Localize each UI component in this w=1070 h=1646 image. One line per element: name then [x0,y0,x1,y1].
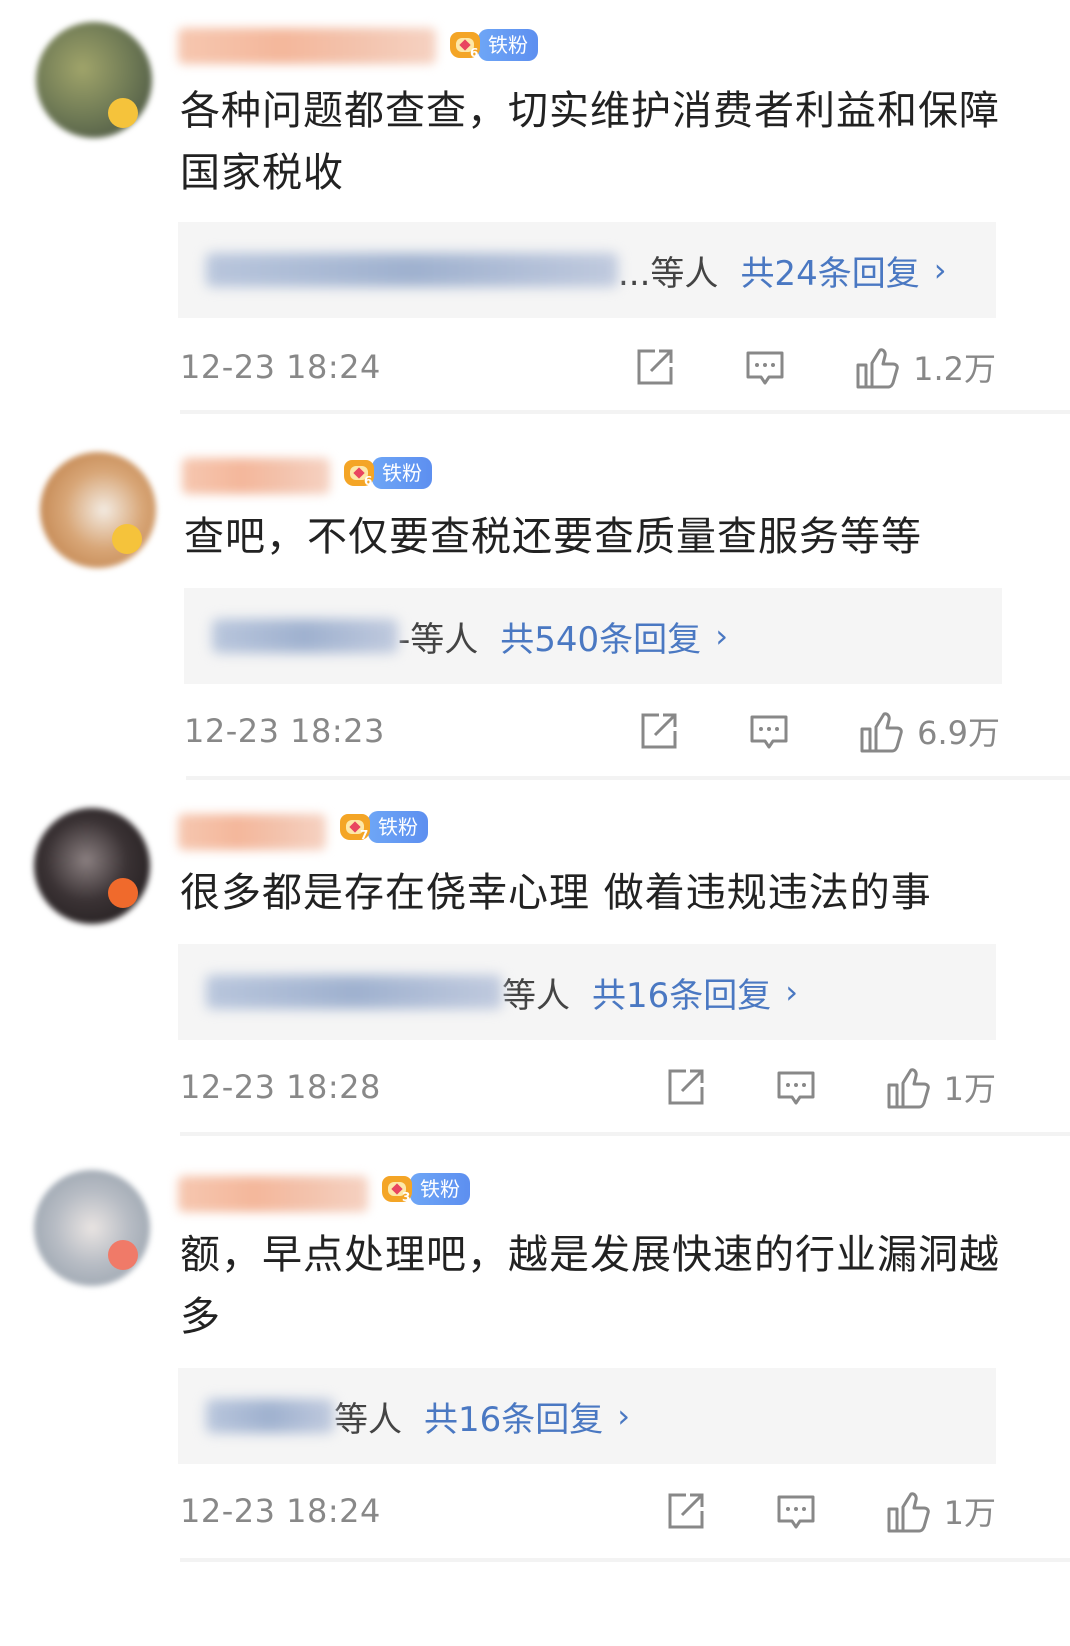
chevron-right-icon: › [785,973,799,1011]
action-bar: 1万 [666,1486,996,1536]
comment-text: 很多都是存在侥幸心理 做着违规违法的事 [180,870,932,916]
fan-badge[interactable]: 6 铁粉 [342,454,432,492]
avatar[interactable] [34,1170,150,1286]
like-icon[interactable] [886,1067,930,1109]
like-count: 1.2万 [913,350,996,388]
comment-item: 3 铁粉 额，早点处理吧，越是发展快速的行业漏洞越多 等人 共16条回复 › 1… [0,1166,1070,1646]
comment-text: 各种问题都查查，切实维护消费者利益和保障国家税收 [180,88,1000,196]
username[interactable] [178,1176,368,1212]
like-count: 1万 [943,1070,996,1108]
chevron-right-icon: › [715,617,728,655]
timestamp: 12-23 18:24 [180,348,381,386]
reply-count-link[interactable]: 共16条回复 [424,1392,603,1441]
divider [180,410,1070,414]
comment-icon[interactable] [776,1491,816,1531]
share-icon[interactable] [666,1491,706,1531]
reply-users [212,619,398,653]
timestamp: 12-23 18:23 [184,712,385,750]
chevron-right-icon: › [617,1397,631,1435]
divider [180,1558,1070,1562]
like-count: 6.9万 [917,714,1000,752]
fan-badge[interactable]: 3 铁粉 [380,1170,470,1208]
action-bar: 6.9万 [639,706,1000,756]
comment-icon[interactable] [776,1067,816,1107]
reply-count-link[interactable]: 共24条回复 [740,246,919,295]
fan-badge[interactable]: 6 铁粉 [448,26,538,64]
reply-users [206,1399,334,1433]
reply-count-link[interactable]: 共540条回复 [500,612,701,661]
username[interactable] [178,814,326,850]
reply-preview[interactable]: 等人 共16条回复 › [178,944,996,1040]
reply-count-link[interactable]: 共16条回复 [592,968,771,1017]
fan-badge-label: 铁粉 [478,29,538,61]
divider [180,1132,1070,1136]
reply-suffix: 等人 [502,975,570,1016]
verified-badge-icon [108,1240,138,1270]
comment-item: 6 铁粉 各种问题都查查，切实维护消费者利益和保障国家税收 ...等人 共24条… [0,18,1070,418]
like-count: 1万 [943,1494,996,1532]
username[interactable] [182,458,330,494]
crown-icon: 6 [342,456,376,490]
share-icon[interactable] [666,1067,706,1107]
fan-badge[interactable]: 7 铁粉 [338,808,428,846]
crown-icon: 6 [448,28,482,62]
comment-icon[interactable] [745,347,785,387]
comment-text: 查吧，不仅要查税还要查质量查服务等等 [184,514,922,560]
like-icon[interactable] [855,347,899,389]
timestamp: 12-23 18:24 [180,1492,381,1530]
fan-badge-label: 铁粉 [368,811,428,843]
share-icon[interactable] [635,347,675,387]
share-icon[interactable] [639,711,679,751]
comment-icon[interactable] [749,711,789,751]
comment-meta: 12-23 18:24 1万 [180,1486,996,1536]
action-bar: 1万 [666,1062,996,1112]
reply-suffix: ...等人 [618,253,719,294]
verified-badge-icon [112,524,142,554]
divider [186,776,1070,780]
verified-badge-icon [108,98,138,128]
reply-preview[interactable]: -等人 共540条回复 › [184,588,1002,684]
username[interactable] [178,28,436,64]
avatar[interactable] [40,452,156,568]
like-icon[interactable] [859,711,903,753]
comment-item: 6 铁粉 查吧，不仅要查税还要查质量查服务等等 -等人 共540条回复 › 12… [0,448,1070,788]
crown-icon: 3 [380,1172,414,1206]
crown-icon: 7 [338,810,372,844]
reply-suffix: 等人 [334,1399,402,1440]
comment-meta: 12-23 18:28 1万 [180,1062,996,1112]
comment-meta: 12-23 18:23 6.9万 [184,706,1000,756]
fan-badge-label: 铁粉 [372,457,432,489]
comment-item: 7 铁粉 很多都是存在侥幸心理 做着违规违法的事 等人 共16条回复 › 12-… [0,804,1070,1144]
reply-users [206,975,502,1009]
verified-badge-icon [108,878,138,908]
comment-text: 额，早点处理吧，越是发展快速的行业漏洞越多 [180,1232,1000,1340]
reply-preview[interactable]: 等人 共16条回复 › [178,1368,996,1464]
timestamp: 12-23 18:28 [180,1068,381,1106]
fan-badge-label: 铁粉 [410,1173,470,1205]
comment-meta: 12-23 18:24 1.2万 [180,342,996,392]
reply-preview[interactable]: ...等人 共24条回复 › [178,222,996,318]
chevron-right-icon: › [933,251,947,289]
avatar[interactable] [34,808,150,924]
action-bar: 1.2万 [635,342,996,392]
like-icon[interactable] [886,1491,930,1533]
reply-suffix: -等人 [398,619,479,660]
reply-users [206,253,618,287]
